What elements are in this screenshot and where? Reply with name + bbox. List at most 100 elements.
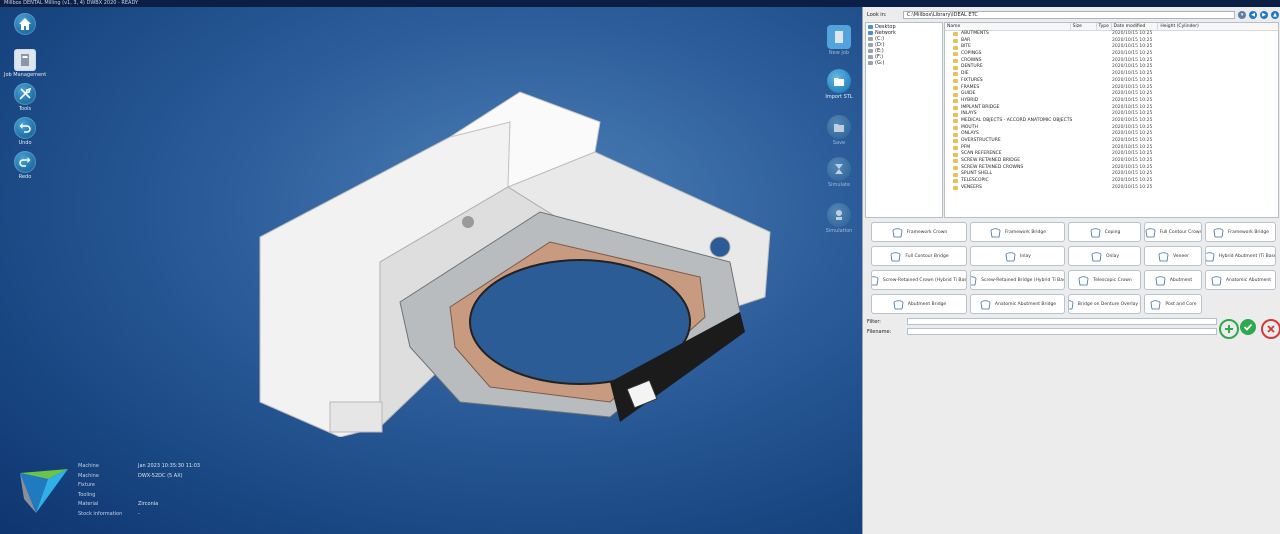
back-icon[interactable]: ◀ [1249,11,1258,19]
abutment-icon [1155,275,1166,285]
template-button[interactable]: Full Contour Bridge [871,246,967,266]
template-button[interactable]: Hybrid Abutment (Ti Base) [1205,246,1276,266]
confirm-button[interactable] [1240,319,1256,335]
filter-input[interactable] [907,318,1217,325]
template-button[interactable]: Framework Bridge [970,222,1065,242]
cancel-button[interactable] [1261,319,1280,339]
file-size-cell [1071,51,1097,58]
file-size-cell [1071,91,1097,98]
file-size-cell [1071,105,1097,112]
job-management-button[interactable]: Job Management [4,49,46,78]
file-row[interactable]: FIXTURES 2020/10/15 10:25 [945,78,1278,85]
simulation-button[interactable]: Simulation [822,203,856,234]
file-size-cell [1071,38,1097,45]
template-button[interactable]: Full Contour Crown [1144,222,1202,242]
template-button[interactable]: Abutment [1144,270,1202,290]
file-row[interactable]: ABUTMENTS 2020/10/15 10:25 [945,31,1278,38]
file-type-cell [1097,145,1112,152]
new-job-label: New Job [828,50,850,56]
file-row[interactable]: DIE 2020/10/15 10:25 [945,71,1278,78]
milling-fixture-model[interactable] [250,82,780,437]
veneer-icon [1158,251,1169,261]
filename-row: Filename: [867,328,1217,335]
column-header-type[interactable]: Type [1097,23,1112,30]
save-button[interactable]: Save [822,115,856,146]
drive-icon [868,43,873,47]
template-button[interactable]: Anatomic Abutment [1205,270,1276,290]
file-type-cell [1097,51,1112,58]
millbox-logo [20,469,68,513]
simulate-button[interactable]: Simulate [822,157,856,188]
folder-icon [953,105,958,110]
template-button[interactable]: Abutment Bridge [871,294,967,314]
file-row[interactable]: INLAYS 2020/10/15 10:25 [945,111,1278,118]
flag-icon[interactable]: ▾ [1238,11,1247,19]
folder-icon [953,99,958,104]
address-field[interactable]: C:\Millbox\Library\IDEAL ETC [902,11,1236,19]
file-date: 2020/10/15 10:25 [1112,111,1153,117]
folder-icon [953,179,958,184]
add-button[interactable] [1219,319,1239,339]
template-button[interactable]: Telescopic Crown [1068,270,1141,290]
file-size-cell [1071,71,1097,78]
undo-button[interactable]: Undo [4,117,46,146]
template-button[interactable]: Screw-Retained Bridge (Hybrid Ti Base) [970,270,1065,290]
framework-bridge-2-icon [1213,227,1224,237]
folder-icon [953,146,958,151]
file-name-cell: INLAYS [945,111,1071,118]
import-stl-button[interactable]: Import STL [822,69,856,100]
file-row[interactable]: SCREW RETAINED BRIDGE 2020/10/15 10:25 [945,158,1278,165]
column-header-name[interactable]: Name [945,23,1071,30]
file-size-cell [1071,171,1097,178]
template-button[interactable]: Anatomic Abutment Bridge [970,294,1065,314]
file-type-cell [1097,98,1112,105]
redo-button[interactable]: Redo [4,151,46,180]
home-button[interactable] [4,13,46,35]
template-button[interactable]: Inlay [970,246,1065,266]
job-management-icon [14,49,36,71]
new-job-button[interactable]: New Job [822,25,856,56]
template-button[interactable]: Coping [1068,222,1141,242]
file-name-cell: GUIDE [945,91,1071,98]
up-icon[interactable]: ▲ [1271,11,1280,19]
tree-item[interactable]: (G:) [868,60,940,66]
template-button[interactable]: Framework Bridge [1205,222,1276,242]
template-button[interactable]: Veneer [1144,246,1202,266]
anatomic-abutment-bridge-icon [980,299,991,309]
template-button-label: Abutment [1169,277,1193,283]
file-row[interactable]: GUIDE 2020/10/15 10:25 [945,91,1278,98]
3d-viewport[interactable]: Job Management Tools Undo Redo New Job I… [0,7,862,534]
file-row[interactable]: HYBRID 2020/10/15 10:25 [945,98,1278,105]
file-row[interactable]: ONLAYS 2020/10/15 10:25 [945,131,1278,138]
drive-icon [868,37,873,41]
template-button[interactable]: Bridge on Denture Overlay Bar [1068,294,1141,314]
file-name-cell: HYBRID [945,98,1071,105]
column-header-date[interactable]: Date modified [1112,23,1159,30]
file-row[interactable]: MEDICAL OBJECTS - ACCORD ANATOMIC OBJECT… [945,118,1278,125]
file-row[interactable]: COPINGS 2020/10/15 10:25 [945,51,1278,58]
file-row[interactable]: OVERSTRUCTURE 2020/10/15 10:25 [945,138,1278,145]
tools-button[interactable]: Tools [4,83,46,112]
template-button[interactable]: Onlay [1068,246,1141,266]
folder-icon [953,139,958,144]
column-header-size[interactable]: Size [1071,23,1097,30]
template-button[interactable]: Screw-Retained Crown (Hybrid Ti Base) [871,270,967,290]
file-list[interactable]: Name Size Type Date modified Height (Cyl… [944,22,1279,218]
tools-icon [14,83,36,105]
anatomic-abutment-icon [1211,275,1222,285]
save-label: Save [832,140,846,146]
file-date: 2020/10/15 10:25 [1112,131,1153,137]
file-name: INLAYS [961,111,977,117]
file-row[interactable]: TELESCOPIC 2020/10/15 10:25 [945,178,1278,185]
file-row[interactable]: VENEERS 2020/10/15 10:25 [945,185,1278,192]
template-button[interactable]: Framework Crown [871,222,967,242]
column-header-height[interactable]: Height (Cylinder) [1158,23,1278,30]
forward-icon[interactable]: ▶ [1260,11,1269,19]
filename-input[interactable] [907,328,1217,335]
template-button[interactable]: Post and Core [1144,294,1202,314]
address-bar: Look in: C:\Millbox\Library\IDEAL ETC ▾ … [865,10,1280,20]
file-type-cell [1097,85,1112,92]
file-date: 2020/10/15 10:25 [1112,51,1153,57]
folder-tree[interactable]: Desktop Network (C:) (D:) (E:) (F:) (G:) [865,22,943,218]
inlay-icon [1005,251,1016,261]
